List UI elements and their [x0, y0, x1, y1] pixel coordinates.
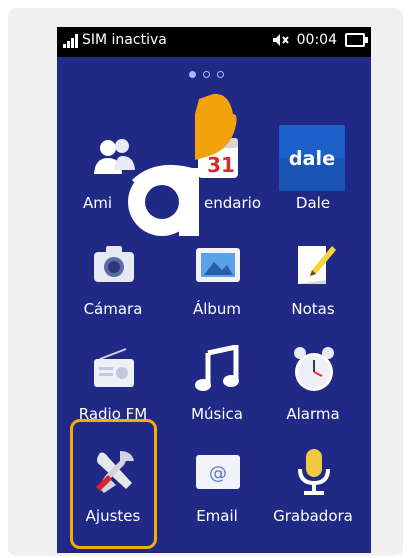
page-dot: [189, 71, 196, 78]
dale-logo-text: dale: [289, 147, 335, 170]
svg-text:@: @: [209, 463, 227, 484]
notes-icon: [298, 246, 336, 284]
page-dot: [203, 71, 210, 78]
calendar-day-text: 31: [207, 153, 235, 177]
app-label: Cámara: [83, 300, 143, 318]
app-label: Ami: [83, 194, 113, 212]
email-icon: @: [196, 455, 240, 489]
alarm-icon: [294, 347, 334, 391]
dale-icon: dale: [279, 125, 345, 191]
app-email[interactable]: @ Email: [169, 447, 265, 547]
app-label: endario: [204, 194, 261, 212]
app-label: Email: [196, 507, 238, 525]
battery-icon: [345, 33, 368, 47]
camera-icon: [94, 246, 134, 282]
highlight-ajustes: [70, 419, 157, 549]
app-label: Dale: [295, 194, 331, 212]
friends-icon: [94, 139, 135, 174]
status-bar: SIM inactiva 00:04: [57, 27, 371, 57]
calendar-icon: 31: [198, 138, 238, 178]
app-album[interactable]: Álbum: [169, 240, 265, 340]
mute-icon: [272, 34, 289, 46]
app-grabadora[interactable]: Grabadora: [265, 447, 361, 547]
phone-screen: SIM inactiva 00:04 Ami 31 endario dale D…: [57, 27, 371, 553]
app-dale[interactable]: dale Dale: [265, 125, 361, 225]
page-indicator: [189, 71, 224, 78]
app-alarma[interactable]: Alarma: [265, 345, 361, 445]
clock-text: 00:04: [296, 32, 337, 48]
status-right: 00:04: [272, 32, 368, 48]
album-icon: [196, 248, 240, 282]
app-label: Música: [191, 405, 243, 423]
app-amigos[interactable]: Ami: [65, 134, 161, 234]
status-left: SIM inactiva: [63, 32, 167, 48]
app-label: Alarma: [286, 405, 340, 423]
radio-icon: [94, 348, 134, 387]
app-camara[interactable]: Cámara: [65, 240, 161, 340]
app-musica[interactable]: Música: [169, 345, 265, 445]
app-label: Grabadora: [273, 507, 353, 525]
app-label: Álbum: [192, 300, 242, 318]
recorder-icon: [298, 449, 330, 495]
carrier-text: SIM inactiva: [82, 32, 167, 48]
signal-icon: [63, 34, 78, 48]
page-dot: [217, 71, 224, 78]
app-notas[interactable]: Notas: [265, 240, 361, 340]
app-label: Notas: [291, 300, 335, 318]
app-calendario[interactable]: 31 endario: [169, 134, 265, 234]
music-icon: [195, 345, 239, 391]
